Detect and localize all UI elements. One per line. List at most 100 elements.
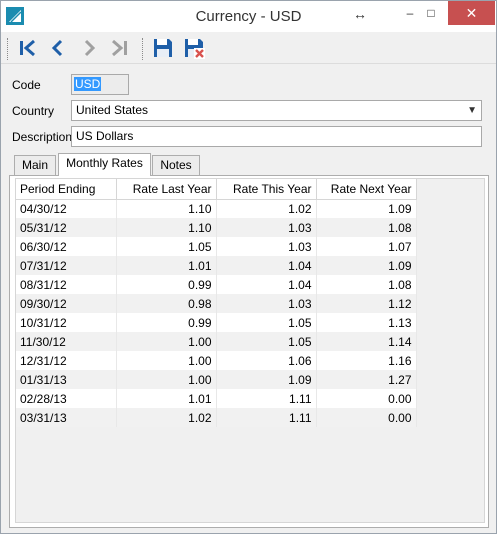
rate-last-year-cell[interactable]: 0.98	[116, 294, 217, 313]
period-ending-cell[interactable]: 11/30/12	[16, 332, 117, 351]
title-bar: Currency - USD ↔ – □ ✕	[1, 1, 496, 32]
rate-next-year-cell[interactable]: 1.16	[316, 351, 417, 370]
next-record-button[interactable]	[77, 36, 101, 60]
rate-this-year-cell[interactable]: 1.06	[216, 351, 317, 370]
period-ending-cell[interactable]: 01/31/13	[16, 370, 117, 389]
code-value: USD	[74, 77, 102, 91]
rate-next-year-cell[interactable]: 0.00	[316, 408, 417, 427]
rate-next-year-cell[interactable]: 0.00	[316, 389, 417, 408]
table-row[interactable]: 09/30/12 0.98 1.03 1.12	[16, 294, 417, 313]
currency-window: Currency - USD ↔ – □ ✕ Code USD Country …	[0, 0, 497, 534]
rate-next-year-cell[interactable]: 1.08	[316, 218, 417, 237]
toolbar	[1, 32, 496, 64]
country-select[interactable]: United States ▼	[71, 100, 482, 121]
table-row[interactable]: 10/31/12 0.99 1.05 1.13	[16, 313, 417, 332]
close-button[interactable]: ✕	[448, 1, 495, 25]
toolbar-grip[interactable]	[142, 38, 145, 60]
rate-last-year-cell[interactable]: 1.00	[116, 351, 217, 370]
rate-next-year-cell[interactable]: 1.13	[316, 313, 417, 332]
rate-next-year-cell[interactable]: 1.09	[316, 199, 417, 218]
rate-next-year-cell[interactable]: 1.07	[316, 237, 417, 256]
table-row[interactable]: 01/31/13 1.00 1.09 1.27	[16, 370, 417, 389]
rate-last-year-cell[interactable]: 1.01	[116, 256, 217, 275]
period-ending-cell[interactable]: 06/30/12	[16, 237, 117, 256]
rate-this-year-cell[interactable]: 1.09	[216, 370, 317, 389]
rate-last-year-cell[interactable]: 0.99	[116, 313, 217, 332]
rate-last-year-cell[interactable]: 1.10	[116, 218, 217, 237]
table-row[interactable]: 06/30/12 1.05 1.03 1.07	[16, 237, 417, 256]
rate-this-year-cell[interactable]: 1.02	[216, 199, 317, 218]
period-ending-cell[interactable]: 04/30/12	[16, 199, 117, 218]
table-row[interactable]: 02/28/13 1.01 1.11 0.00	[16, 389, 417, 408]
period-ending-cell[interactable]: 09/30/12	[16, 294, 117, 313]
tab-monthly-rates[interactable]: Monthly Rates	[58, 153, 151, 176]
period-ending-cell[interactable]: 02/28/13	[16, 389, 117, 408]
rate-next-year-cell[interactable]: 1.09	[316, 256, 417, 275]
table-row[interactable]: 07/31/12 1.01 1.04 1.09	[16, 256, 417, 275]
last-icon	[112, 39, 127, 57]
rate-last-year-cell[interactable]: 1.02	[116, 408, 217, 427]
rate-last-year-cell[interactable]: 1.00	[116, 332, 217, 351]
table-row[interactable]: 12/31/12 1.00 1.06 1.16	[16, 351, 417, 370]
period-ending-cell[interactable]: 07/31/12	[16, 256, 117, 275]
period-ending-cell[interactable]: 05/31/12	[16, 218, 117, 237]
rate-this-year-cell[interactable]: 1.04	[216, 275, 317, 294]
period-ending-cell[interactable]: 08/31/12	[16, 275, 117, 294]
rate-next-year-cell[interactable]: 1.14	[316, 332, 417, 351]
period-ending-cell[interactable]: 03/31/13	[16, 408, 117, 427]
code-label: Code	[12, 78, 41, 92]
rate-last-year-cell[interactable]: 1.10	[116, 199, 217, 218]
description-field[interactable]: US Dollars	[71, 126, 482, 147]
period-ending-cell[interactable]: 10/31/12	[16, 313, 117, 332]
rate-this-year-cell[interactable]: 1.05	[216, 313, 317, 332]
toolbar-grip[interactable]	[7, 38, 10, 60]
rates-table: Period Ending Rate Last Year Rate This Y…	[16, 179, 417, 427]
rate-this-year-cell[interactable]: 1.04	[216, 256, 317, 275]
rate-last-year-cell[interactable]: 0.99	[116, 275, 217, 294]
tab-main[interactable]: Main	[14, 155, 56, 175]
save-button[interactable]	[151, 36, 175, 60]
table-row[interactable]: 05/31/12 1.10 1.03 1.08	[16, 218, 417, 237]
description-label: Description	[12, 130, 73, 144]
table-row[interactable]: 04/30/12 1.10 1.02 1.09	[16, 199, 417, 218]
previous-record-button[interactable]	[46, 36, 70, 60]
monthly-rates-panel: Period Ending Rate Last Year Rate This Y…	[9, 175, 489, 528]
code-field[interactable]: USD	[71, 74, 129, 95]
last-record-button[interactable]	[107, 36, 131, 60]
delete-button[interactable]	[182, 36, 206, 60]
maximize-button[interactable]: □	[419, 1, 443, 25]
rate-last-year-cell[interactable]: 1.01	[116, 389, 217, 408]
resize-arrows-icon: ↔	[353, 6, 367, 22]
rate-last-year-cell[interactable]: 1.05	[116, 237, 217, 256]
first-icon	[20, 39, 35, 57]
rate-this-year-cell[interactable]: 1.03	[216, 218, 317, 237]
tab-notes[interactable]: Notes	[152, 155, 200, 175]
rate-this-year-cell[interactable]: 1.03	[216, 237, 317, 256]
description-value: US Dollars	[76, 129, 134, 143]
rate-this-year-cell[interactable]: 1.03	[216, 294, 317, 313]
save-icon	[154, 39, 172, 57]
rate-next-year-cell[interactable]: 1.12	[316, 294, 417, 313]
rates-grid[interactable]: Period Ending Rate Last Year Rate This Y…	[15, 178, 485, 523]
delete-icon	[185, 39, 205, 59]
chevron-down-icon[interactable]: ▼	[467, 101, 477, 120]
table-row[interactable]: 08/31/12 0.99 1.04 1.08	[16, 275, 417, 294]
next-icon	[84, 39, 96, 57]
rate-next-year-cell[interactable]: 1.27	[316, 370, 417, 389]
column-header-rate-next-year[interactable]: Rate Next Year	[316, 179, 417, 200]
header-row: Period Ending Rate Last Year Rate This Y…	[16, 179, 417, 200]
column-header-rate-this-year[interactable]: Rate This Year	[216, 179, 317, 200]
rate-this-year-cell[interactable]: 1.11	[216, 408, 317, 427]
rate-this-year-cell[interactable]: 1.11	[216, 389, 317, 408]
rate-this-year-cell[interactable]: 1.05	[216, 332, 317, 351]
country-label: Country	[12, 104, 55, 118]
column-header-period-ending[interactable]: Period Ending	[16, 179, 117, 200]
period-ending-cell[interactable]: 12/31/12	[16, 351, 117, 370]
first-record-button[interactable]	[16, 36, 40, 60]
table-row[interactable]: 03/31/13 1.02 1.11 0.00	[16, 408, 417, 427]
country-value: United States	[76, 103, 149, 117]
table-row[interactable]: 11/30/12 1.00 1.05 1.14	[16, 332, 417, 351]
rate-next-year-cell[interactable]: 1.08	[316, 275, 417, 294]
rate-last-year-cell[interactable]: 1.00	[116, 370, 217, 389]
column-header-rate-last-year[interactable]: Rate Last Year	[116, 179, 217, 200]
